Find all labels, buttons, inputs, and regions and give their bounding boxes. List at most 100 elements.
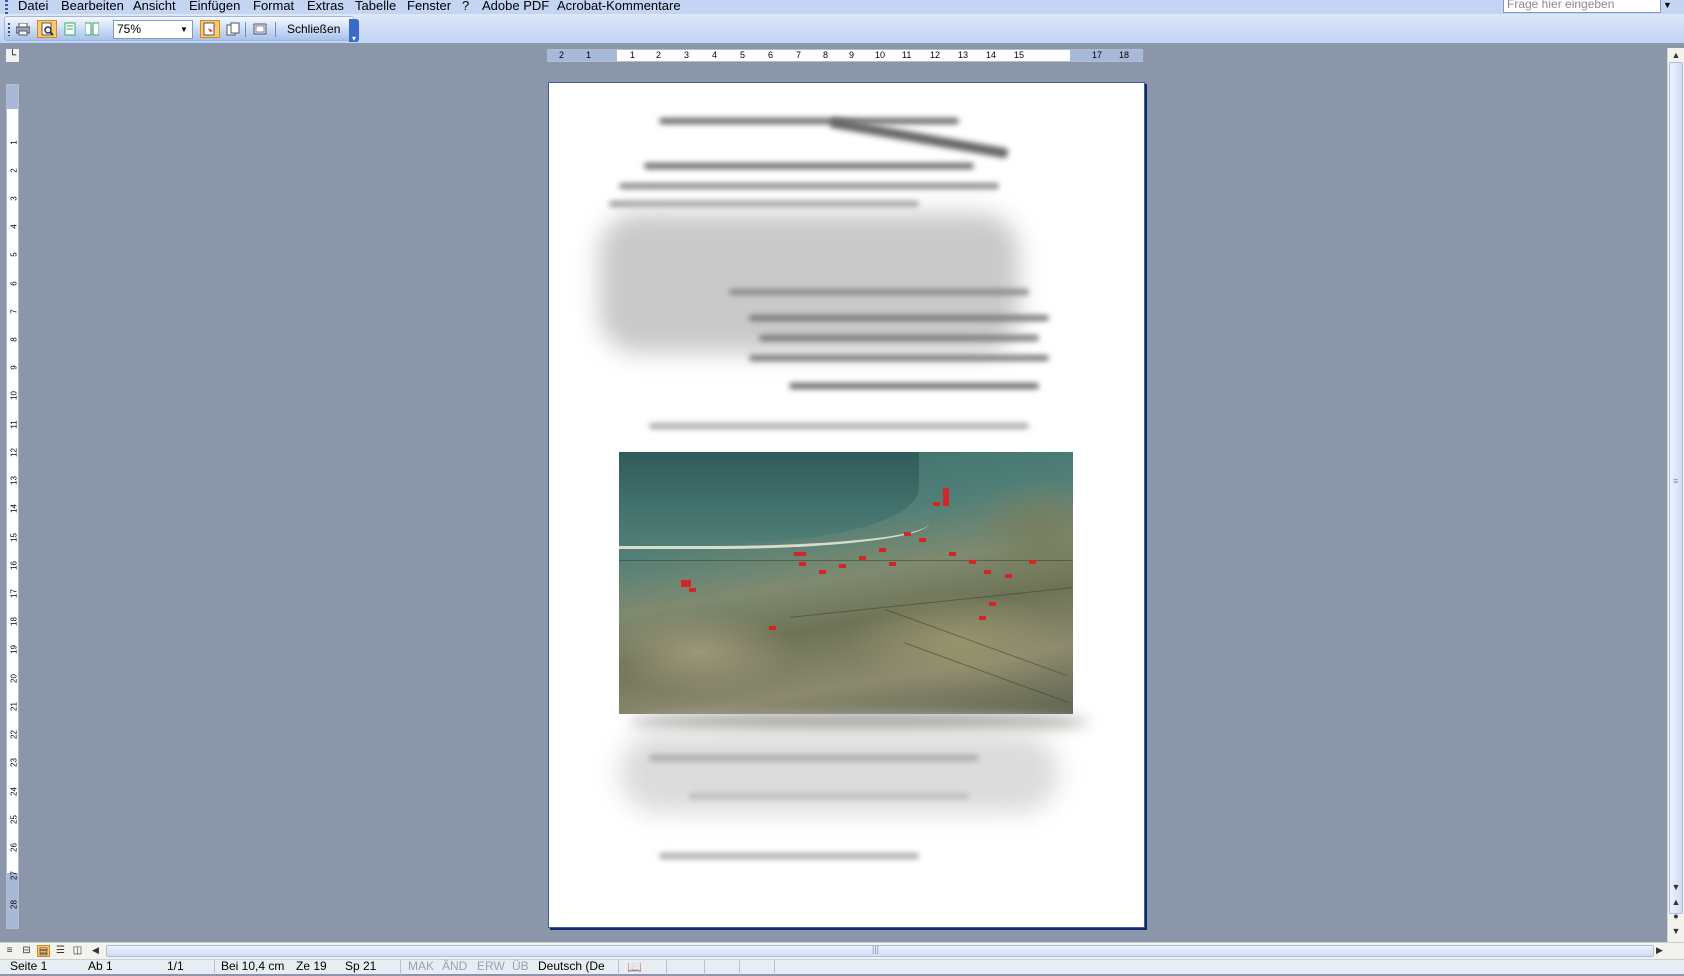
- ruler-number: 20: [9, 674, 19, 683]
- menu-adobe-pdf[interactable]: Adobe PDF: [482, 0, 549, 13]
- magnifier-icon[interactable]: [200, 20, 220, 38]
- print-layout-icon[interactable]: ▤: [37, 945, 50, 957]
- ruler-number: 2: [656, 50, 662, 60]
- blurred-text: [729, 289, 1029, 295]
- vertical-scroll-thumb[interactable]: ≡: [1669, 62, 1683, 914]
- menu-einfuegen[interactable]: Einfügen: [189, 0, 240, 13]
- ruler-number: 15: [9, 533, 19, 542]
- preview-icon[interactable]: [37, 20, 57, 38]
- help-dropdown-icon[interactable]: ▼: [1663, 0, 1672, 10]
- tab-selector[interactable]: └: [5, 48, 20, 63]
- scroll-right-icon[interactable]: ▶: [1656, 945, 1663, 956]
- help-question-input[interactable]: Frage hier eingeben: [1503, 0, 1661, 13]
- one-page-icon[interactable]: [60, 20, 80, 38]
- status-separator: [774, 960, 775, 975]
- close-preview-button[interactable]: Schließen: [283, 20, 344, 39]
- toolbar-options-icon[interactable]: ▾: [349, 19, 359, 43]
- menu-ansicht[interactable]: Ansicht: [133, 0, 176, 13]
- aerial-photo: [619, 452, 1073, 714]
- blurred-text: [749, 315, 1049, 321]
- ruler-number: 1: [9, 140, 19, 145]
- blurred-text: [659, 853, 919, 859]
- menu-fenster[interactable]: Fenster: [407, 0, 451, 13]
- browse-object-icon[interactable]: ●: [1668, 909, 1684, 923]
- status-language[interactable]: Deutsch (De: [538, 958, 605, 975]
- shrink-to-fit-icon[interactable]: [223, 20, 243, 38]
- menu-bearbeiten[interactable]: Bearbeiten: [61, 0, 124, 13]
- menu-help[interactable]: ?: [462, 0, 469, 13]
- horizontal-scroll-thumb[interactable]: |||: [106, 944, 1654, 957]
- status-overtype[interactable]: ÜB: [512, 958, 529, 975]
- ruler-number: 2: [9, 168, 19, 173]
- photo-shadow: [629, 713, 1089, 731]
- status-macro-record[interactable]: MAK: [408, 958, 434, 975]
- status-extend[interactable]: ERW: [477, 958, 505, 975]
- previous-page-icon[interactable]: ▲: [1668, 895, 1684, 909]
- ruler-number: 13: [9, 476, 19, 485]
- ruler-number: 22: [9, 730, 19, 739]
- print-preview-toolbar: 75% ▼ Schließen ▾: [0, 14, 1684, 44]
- reading-layout-icon[interactable]: ◫: [71, 945, 84, 957]
- aerial-building: [989, 602, 996, 606]
- menu-bar: Datei Bearbeiten Ansicht Einfügen Format…: [0, 0, 1684, 14]
- toolbar-strip: 75% ▼ Schließen ▾: [4, 16, 359, 43]
- ruler-number: 21: [9, 702, 19, 711]
- status-separator: [666, 960, 667, 975]
- aerial-field-border: [904, 642, 1068, 703]
- ruler-number: 23: [9, 758, 19, 767]
- zoom-select[interactable]: 75% ▼: [113, 20, 193, 39]
- fullscreen-icon[interactable]: [250, 20, 270, 38]
- normal-view-icon[interactable]: ≡: [3, 945, 16, 957]
- aerial-building: [1005, 574, 1012, 578]
- horizontal-ruler[interactable]: 2 1 1 2 3 4 5 6 7 8 9 10 11 12 13 14 15 …: [547, 49, 1143, 62]
- ruler-number: 17: [1092, 50, 1103, 60]
- aerial-building: [943, 488, 949, 506]
- scroll-left-icon[interactable]: ◀: [92, 945, 99, 956]
- ruler-number: 16: [9, 561, 19, 570]
- document-page[interactable]: [548, 82, 1145, 928]
- aerial-building: [681, 580, 691, 587]
- toolbar-grip[interactable]: [8, 23, 10, 36]
- scroll-down-icon[interactable]: ▼: [1668, 880, 1684, 894]
- ruler-number: 2: [559, 50, 565, 60]
- aerial-coastline: [619, 512, 929, 549]
- menubar-grip[interactable]: [5, 0, 8, 14]
- ruler-number: 26: [9, 843, 19, 852]
- ruler-right-margin: [1070, 50, 1142, 61]
- vertical-ruler[interactable]: 1 2 3 4 5 6 7 8 9 10 11 12 13 14 15 16 1…: [6, 84, 19, 929]
- aerial-building: [979, 616, 986, 620]
- aerial-building: [904, 532, 911, 536]
- zoom-dropdown-icon[interactable]: ▼: [177, 22, 191, 37]
- ruler-number: 17: [9, 589, 19, 598]
- scroll-up-icon[interactable]: ▲: [1668, 48, 1684, 62]
- ruler-number: 8: [823, 50, 829, 60]
- menu-tabelle[interactable]: Tabelle: [355, 0, 396, 13]
- aerial-building: [889, 562, 896, 566]
- blurred-text: [759, 335, 1039, 341]
- aerial-road: [789, 587, 1073, 618]
- horizontal-scroll-area: ≡ ⊟ ▤ ☰ ◫ ◀ ||| ▶: [0, 942, 1684, 959]
- ruler-number: 4: [712, 50, 718, 60]
- next-page-icon[interactable]: ▼: [1668, 924, 1684, 938]
- status-separator: [214, 960, 215, 975]
- ruler-number: 7: [796, 50, 802, 60]
- vertical-scrollbar[interactable]: ▲ ≡ ▼ ▲ ● ▼: [1667, 48, 1684, 942]
- menu-datei[interactable]: Datei: [18, 0, 48, 13]
- ruler-number: 6: [9, 281, 19, 286]
- ruler-number: 7: [9, 309, 19, 314]
- blurred-text: [659, 118, 959, 124]
- outline-view-icon[interactable]: ☰: [54, 945, 67, 957]
- menu-extras[interactable]: Extras: [307, 0, 344, 13]
- blurred-text: [649, 755, 979, 761]
- ruler-number: 18: [1119, 50, 1130, 60]
- spelling-book-icon[interactable]: 📖: [627, 959, 642, 976]
- multiple-pages-icon[interactable]: [82, 20, 102, 38]
- print-icon[interactable]: [13, 20, 33, 38]
- menu-format[interactable]: Format: [253, 0, 294, 13]
- ruler-number: 27: [9, 871, 19, 880]
- menu-acrobat-kommentare[interactable]: Acrobat-Kommentare: [557, 0, 681, 13]
- aerial-building: [839, 564, 846, 568]
- status-track-changes[interactable]: ÄND: [442, 958, 467, 975]
- status-pages: 1/1: [167, 959, 184, 973]
- web-layout-icon[interactable]: ⊟: [20, 945, 33, 957]
